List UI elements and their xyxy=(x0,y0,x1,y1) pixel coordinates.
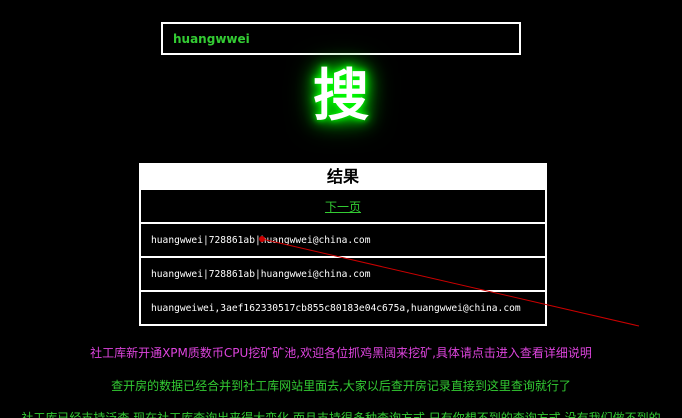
merged-notice: 查开房的数据已经合并到社工库网站里面去,大家以后查开房记录直接到这里查询就行了 xyxy=(111,379,571,393)
next-page-row: 下一页 xyxy=(139,190,547,224)
result-text: huangwwei|728861ab|huangwwei@china.com xyxy=(151,234,371,246)
mining-notice: 社工库新开通XPM质数币CPU挖矿矿池,欢迎各位抓鸡黑阔来挖矿,具体请点击进入查… xyxy=(0,344,682,361)
result-row: huangweiwei,3aef162330517cb855c80183e04c… xyxy=(139,292,547,326)
results-table: 结果 下一页 huangwwei|728861ab|huangwwei@chin… xyxy=(139,163,547,326)
search-input[interactable] xyxy=(173,31,519,46)
next-page-link[interactable]: 下一页 xyxy=(325,198,361,215)
result-row: huangwwei|728861ab|huangwwei@china.com xyxy=(139,224,547,258)
search-box[interactable] xyxy=(161,22,521,55)
mining-notice-link[interactable]: 社工库新开通XPM质数币CPU挖矿矿池,欢迎各位抓鸡黑阔来挖矿,具体请点击进入查… xyxy=(90,346,592,360)
results-title: 结果 xyxy=(139,163,547,190)
result-row: huangwwei|728861ab|huangwwei@china.com xyxy=(139,258,547,292)
truncated-notice: 社工库已经支持泛查,现在社工库查询出来得大变化,而且支持很多种查询方式,只有你想… xyxy=(21,411,661,418)
result-text: huangwwei|728861ab|huangwwei@china.com xyxy=(151,268,371,280)
search-button[interactable]: 搜 xyxy=(0,62,682,132)
result-text: huangweiwei,3aef162330517cb855c80183e04c… xyxy=(151,302,521,314)
